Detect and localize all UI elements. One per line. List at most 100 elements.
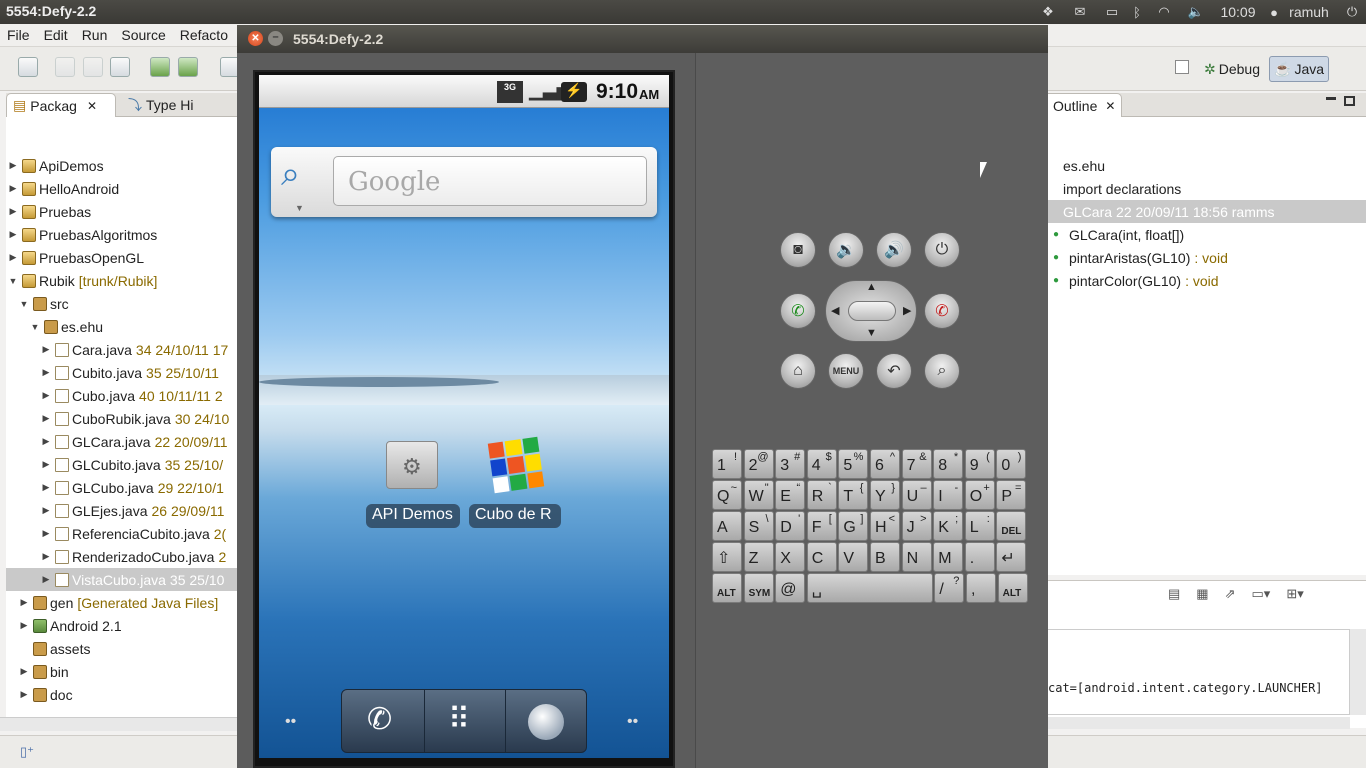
- bluetooth-icon[interactable]: ᛒ: [1130, 2, 1144, 22]
- keyboard-key[interactable]: Q ~: [712, 480, 742, 510]
- volume-up-button-icon[interactable]: 🔊: [876, 232, 912, 268]
- search-button-icon[interactable]: ⌕: [924, 353, 960, 389]
- tree-item[interactable]: ▼ Rubik [trunk/Rubik]: [6, 269, 158, 292]
- close-icon[interactable]: ✕: [87, 99, 97, 113]
- tree-item[interactable]: ▶ GLCara.java 22 20/09/11: [6, 430, 228, 453]
- keyboard-key[interactable]: ALT: [712, 573, 742, 603]
- tree-item[interactable]: ▶ doc: [6, 683, 77, 706]
- tree-item[interactable]: ▶ Cubo.java 40 10/11/11 2: [6, 384, 223, 407]
- tree-item[interactable]: ▶ bin: [6, 660, 73, 683]
- keyboard-key[interactable]: U –: [901, 480, 932, 510]
- clear-console-icon[interactable]: ▤: [1168, 586, 1180, 602]
- tab-package-explorer[interactable]: ▤ Packag ✕: [6, 93, 116, 117]
- perspective-debug[interactable]: ✲ Debug: [1200, 56, 1264, 82]
- tree-item[interactable]: ▶ Cubito.java 35 25/10/11: [6, 361, 219, 384]
- keyboard-key[interactable]: ⇧: [712, 542, 742, 572]
- keyboard-key[interactable]: 7 &: [901, 449, 932, 479]
- tree-item[interactable]: ▶ RenderizadoCubo.java 2: [6, 545, 227, 568]
- volume-down-button-icon[interactable]: 🔉: [828, 232, 864, 268]
- keyboard-key[interactable]: X: [775, 542, 806, 572]
- collapsed-arrow-icon[interactable]: ▶: [8, 252, 18, 263]
- keyboard-key[interactable]: M: [933, 542, 964, 572]
- close-icon[interactable]: ✕: [1105, 99, 1115, 113]
- keyboard-key[interactable]: 2 @: [743, 449, 774, 479]
- keyboard-key[interactable]: /?: [934, 573, 965, 603]
- menu-refactor[interactable]: Refacto: [173, 27, 235, 43]
- keyboard-key[interactable]: A: [712, 511, 742, 541]
- keyboard-key[interactable]: SYM: [743, 573, 774, 603]
- collapsed-arrow-icon[interactable]: ▶: [8, 183, 18, 194]
- keyboard-key[interactable]: Y}: [870, 480, 900, 510]
- open-perspective-icon[interactable]: [1175, 60, 1189, 74]
- minimize-window-icon[interactable]: –: [268, 31, 283, 46]
- dpad-left-icon[interactable]: ◀: [831, 304, 839, 317]
- back-button-icon[interactable]: ↶: [876, 353, 912, 389]
- keyboard-key[interactable]: S \: [743, 511, 774, 541]
- android-sdk-icon[interactable]: [150, 57, 170, 77]
- dpad[interactable]: ▲ ▼ ◀ ▶: [825, 280, 917, 342]
- volume-icon[interactable]: 🔈: [1185, 2, 1207, 22]
- keyboard-key[interactable]: H <: [870, 511, 900, 541]
- collapsed-arrow-icon[interactable]: ▶: [41, 574, 51, 585]
- search-icon[interactable]: ⌕: [281, 155, 300, 194]
- new-icon[interactable]: [18, 57, 38, 77]
- console-vscrollbar[interactable]: [1350, 629, 1366, 715]
- keyboard-key[interactable]: 3 #: [775, 449, 806, 479]
- display-console-icon[interactable]: ▭▾: [1252, 586, 1271, 602]
- collapsed-arrow-icon[interactable]: ▶: [41, 367, 51, 378]
- home-button-icon[interactable]: ⌂: [780, 353, 816, 389]
- collapsed-arrow-icon[interactable]: ▶: [19, 666, 29, 677]
- collapsed-arrow-icon[interactable]: ▶: [41, 482, 51, 493]
- keyboard-key[interactable]: P =: [996, 480, 1027, 510]
- dpad-up-icon[interactable]: ▲: [866, 281, 877, 293]
- dpad-down-icon[interactable]: ▼: [866, 327, 877, 339]
- collapsed-arrow-icon[interactable]: ▶: [8, 206, 18, 217]
- outline-item[interactable]: ● GLCara(int, float[]): [1047, 223, 1188, 246]
- keyboard-key[interactable]: @: [775, 573, 806, 603]
- collapsed-arrow-icon[interactable]: ▶: [41, 436, 51, 447]
- keyboard-key[interactable]: J >: [901, 511, 932, 541]
- tree-item[interactable]: ▶ gen [Generated Java Files]: [6, 591, 219, 614]
- keyboard-key[interactable]: B: [870, 542, 900, 572]
- tree-item[interactable]: ▶ Pruebas: [6, 200, 95, 223]
- open-console-icon[interactable]: ⊞▾: [1286, 586, 1303, 602]
- keyboard-key[interactable]: D ': [775, 511, 806, 541]
- mail-icon[interactable]: ✉: [1070, 2, 1090, 22]
- expanded-arrow-icon[interactable]: ▼: [8, 276, 18, 286]
- keyboard-key[interactable]: L:: [964, 511, 995, 541]
- wifi-icon[interactable]: ◠: [1152, 2, 1176, 22]
- google-search-widget[interactable]: ⌕ ▼ Google: [271, 147, 657, 217]
- keyboard-key[interactable]: ALT: [997, 573, 1028, 603]
- search-input[interactable]: Google: [333, 156, 647, 206]
- phone-screen[interactable]: 3G ▁▃▅ ⚡ 9:10 AM ⌕ ▼ Google ⚙ API Demos …: [259, 75, 669, 758]
- app-label-cubo-de-rubik[interactable]: Cubo de R: [469, 504, 561, 528]
- package-hscrollbar[interactable]: [0, 717, 238, 731]
- outline-item[interactable]: GLCara 22 20/09/11 18:56 ramms: [1047, 200, 1366, 223]
- menu-file[interactable]: File: [0, 27, 37, 43]
- collapsed-arrow-icon[interactable]: ▶: [41, 413, 51, 424]
- tree-item[interactable]: ▼ src: [6, 292, 73, 315]
- collapsed-arrow-icon[interactable]: ▶: [19, 597, 29, 608]
- close-window-icon[interactable]: ✕: [248, 31, 263, 46]
- tree-item[interactable]: ▶ PruebasOpenGL: [6, 246, 148, 269]
- tab-outline[interactable]: Outline ✕: [1047, 93, 1122, 117]
- keyboard-key[interactable]: N: [901, 542, 932, 572]
- keyboard-key[interactable]: I-: [933, 480, 964, 510]
- console-hscrollbar[interactable]: [1047, 717, 1350, 729]
- end-call-button-icon[interactable]: ✆: [924, 293, 960, 329]
- minimize-view-icon[interactable]: [1326, 97, 1336, 100]
- keyboard-key[interactable]: O +: [964, 480, 995, 510]
- collapsed-arrow-icon[interactable]: ▶: [41, 551, 51, 562]
- keyboard-key[interactable]: K;: [933, 511, 964, 541]
- keyboard-key[interactable]: Z: [743, 542, 774, 572]
- keyboard-key[interactable]: 8 *: [933, 449, 964, 479]
- tree-item[interactable]: ▶ HelloAndroid: [6, 177, 123, 200]
- left-screen-dots-icon[interactable]: ••: [285, 713, 296, 731]
- collapsed-arrow-icon[interactable]: ▶: [41, 505, 51, 516]
- collapsed-arrow-icon[interactable]: ▶: [8, 160, 18, 171]
- collapsed-arrow-icon[interactable]: ▶: [41, 528, 51, 539]
- keyboard-key[interactable]: 1!: [712, 449, 742, 479]
- collapsed-arrow-icon[interactable]: ▶: [41, 344, 51, 355]
- tree-item[interactable]: ▶ ReferenciaCubito.java 2(: [6, 522, 227, 545]
- collapsed-arrow-icon[interactable]: ▶: [19, 689, 29, 700]
